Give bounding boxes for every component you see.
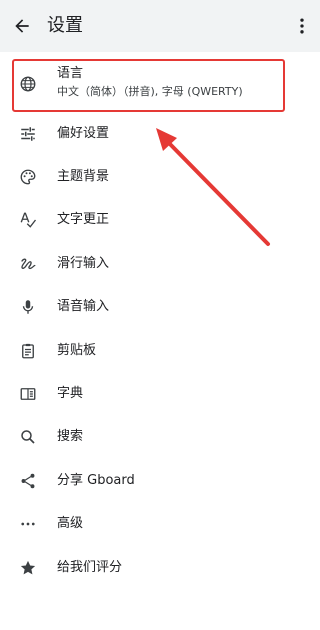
settings-item-search[interactable]: 搜索 <box>0 416 320 459</box>
more-vert-icon[interactable] <box>292 14 312 38</box>
settings-item-label: 语音输入 <box>57 299 110 315</box>
settings-item-label: 剪贴板 <box>57 342 97 358</box>
page-title: 设置 <box>47 15 83 36</box>
spellcheck-icon <box>19 211 37 229</box>
settings-list: 语言 中文（简体）（拼音), 字母 (QWERTY) 偏好设置 主题背景 文字更… <box>0 56 320 589</box>
settings-item-label: 滑行输入 <box>57 255 110 271</box>
back-arrow-icon[interactable] <box>10 14 34 38</box>
settings-item-share[interactable]: 分享 Gboard <box>0 459 320 502</box>
settings-item-rate[interactable]: 给我们评分 <box>0 546 320 589</box>
settings-item-label: 分享 Gboard <box>57 472 135 488</box>
settings-item-language[interactable]: 语言 中文（简体）（拼音), 字母 (QWERTY) <box>0 56 320 112</box>
settings-item-glide-typing[interactable]: 滑行输入 <box>0 242 320 285</box>
settings-item-dictionary[interactable]: 字典 <box>0 372 320 415</box>
settings-item-text-correction[interactable]: 文字更正 <box>0 199 320 242</box>
settings-item-label: 字典 <box>57 386 84 402</box>
settings-item-label: 文字更正 <box>57 212 110 228</box>
settings-item-label: 搜索 <box>57 429 84 445</box>
settings-item-preferences[interactable]: 偏好设置 <box>0 112 320 155</box>
clipboard-icon <box>19 342 37 360</box>
settings-item-label: 主题背景 <box>57 169 110 185</box>
settings-item-advanced[interactable]: 高级 <box>0 503 320 546</box>
search-icon <box>19 428 37 446</box>
share-icon <box>19 472 37 490</box>
settings-item-sublabel: 中文（简体）（拼音), 字母 (QWERTY) <box>57 85 243 98</box>
microphone-icon <box>19 298 37 316</box>
tune-icon <box>19 125 37 143</box>
settings-item-label: 语言 <box>57 66 84 81</box>
settings-item-label: 给我们评分 <box>57 559 123 575</box>
more-horiz-icon <box>19 515 37 533</box>
settings-item-theme[interactable]: 主题背景 <box>0 155 320 198</box>
settings-item-label: 高级 <box>57 516 84 532</box>
settings-item-voice-input[interactable]: 语音输入 <box>0 286 320 329</box>
gesture-icon <box>19 255 37 273</box>
globe-icon <box>19 75 37 93</box>
palette-icon <box>19 168 37 186</box>
settings-item-clipboard[interactable]: 剪贴板 <box>0 329 320 372</box>
app-bar: 设置 <box>0 0 320 52</box>
star-icon <box>19 559 37 577</box>
dictionary-icon <box>19 385 37 403</box>
settings-item-label: 偏好设置 <box>57 125 110 141</box>
